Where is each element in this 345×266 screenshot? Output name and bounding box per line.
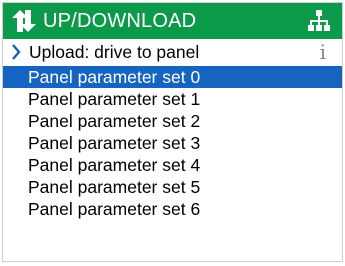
info-icon[interactable]: i <box>320 41 326 63</box>
upload-direction-label: Upload: drive to panel <box>29 42 200 62</box>
list-item-parameter-set-3[interactable]: Panel parameter set 3 <box>3 132 342 154</box>
list-item-parameter-set-4[interactable]: Panel parameter set 4 <box>3 154 342 176</box>
list-item-parameter-set-1[interactable]: Panel parameter set 1 <box>3 88 342 110</box>
up-down-arrows-icon <box>12 10 36 32</box>
list-item-parameter-set-5[interactable]: Panel parameter set 5 <box>3 176 342 198</box>
network-tree-icon <box>308 10 330 31</box>
parameter-set-list: Panel parameter set 0 Panel parameter se… <box>3 66 342 220</box>
upload-direction-row[interactable]: Upload: drive to panel i <box>3 39 342 65</box>
chevron-right-icon <box>12 44 21 60</box>
title-bar: UP/DOWNLOAD <box>3 3 342 39</box>
list-item-parameter-set-6[interactable]: Panel parameter set 6 <box>3 198 342 220</box>
panel-screen: UP/DOWNLOAD Upload: drive to panel i Pan… <box>2 2 343 262</box>
page-title: UP/DOWNLOAD <box>43 10 197 32</box>
list-item-parameter-set-2[interactable]: Panel parameter set 2 <box>3 110 342 132</box>
list-item-parameter-set-0[interactable]: Panel parameter set 0 <box>3 66 342 88</box>
